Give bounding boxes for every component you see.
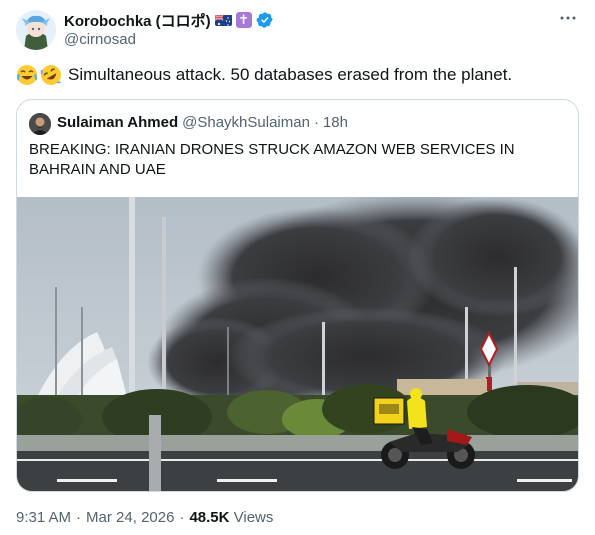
australia-flag-icon (214, 14, 232, 26)
verified-badge-icon[interactable] (256, 11, 274, 29)
tweet-text: Simultaneous attack. 50 databases erased… (68, 65, 513, 84)
face-with-tears-of-joy-icon (16, 64, 38, 86)
tweet-footer: 9:31 AM · Mar 24, 2026 · 48.5K Views (16, 509, 273, 526)
footer-separator-2: · (179, 509, 185, 526)
author-avatar[interactable] (16, 10, 56, 50)
latin-cross-icon: ✝ (235, 12, 252, 28)
quoted-separator: · (313, 114, 319, 131)
quoted-author-handle[interactable]: @ShaykhSulaiman (182, 114, 310, 131)
more-horizontal-icon (560, 16, 576, 20)
footer-separator: · (76, 509, 82, 526)
quoted-author-name[interactable]: Sulaiman Ahmed (57, 114, 178, 131)
post-time[interactable]: 9:31 AM (16, 509, 71, 526)
quoted-timestamp[interactable]: 18h (323, 114, 348, 131)
quoted-author-avatar[interactable] (29, 113, 51, 135)
tweet-body: Simultaneous attack. 50 databases erased… (16, 64, 512, 86)
rolling-on-floor-laughing-icon (40, 64, 62, 86)
author-display-name[interactable]: Korobochka (コロポ) (64, 10, 211, 31)
quoted-tweet-text: BREAKING: IRANIAN DRONES STRUCK AMAZON W… (29, 141, 515, 178)
quoted-photo[interactable] (17, 192, 578, 491)
views-count: 48.5K (189, 509, 230, 526)
more-options-button[interactable] (557, 10, 579, 26)
author-handle[interactable]: @cirnosad (64, 31, 136, 48)
views-label: Views (233, 509, 274, 526)
quoted-tweet[interactable]: Sulaiman Ahmed @ShaykhSulaiman · 18h BRE… (16, 99, 579, 492)
post-date[interactable]: Mar 24, 2026 (86, 509, 174, 526)
